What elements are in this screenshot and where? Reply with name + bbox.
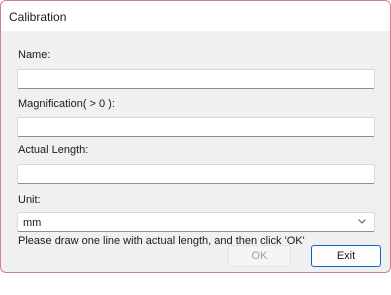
magnification-label: Magnification( > 0 ):: [18, 98, 115, 110]
actual-length-label: Actual Length:: [18, 144, 89, 156]
unit-label: Unit:: [18, 194, 41, 206]
name-label: Name:: [18, 49, 51, 61]
calibration-dialog: Calibration Name: Magnification( > 0 ): …: [0, 0, 391, 273]
unit-selected-value: mm: [23, 217, 42, 229]
ok-button[interactable]: OK: [228, 245, 291, 267]
magnification-field[interactable]: [17, 117, 375, 137]
name-field[interactable]: [17, 69, 375, 89]
title-bar: Calibration: [1, 1, 390, 31]
chevron-down-icon: [358, 219, 366, 224]
exit-button[interactable]: Exit: [311, 245, 381, 267]
actual-length-field[interactable]: [17, 164, 375, 184]
unit-dropdown[interactable]: mm: [17, 212, 375, 232]
dialog-title: Calibration: [9, 10, 67, 24]
